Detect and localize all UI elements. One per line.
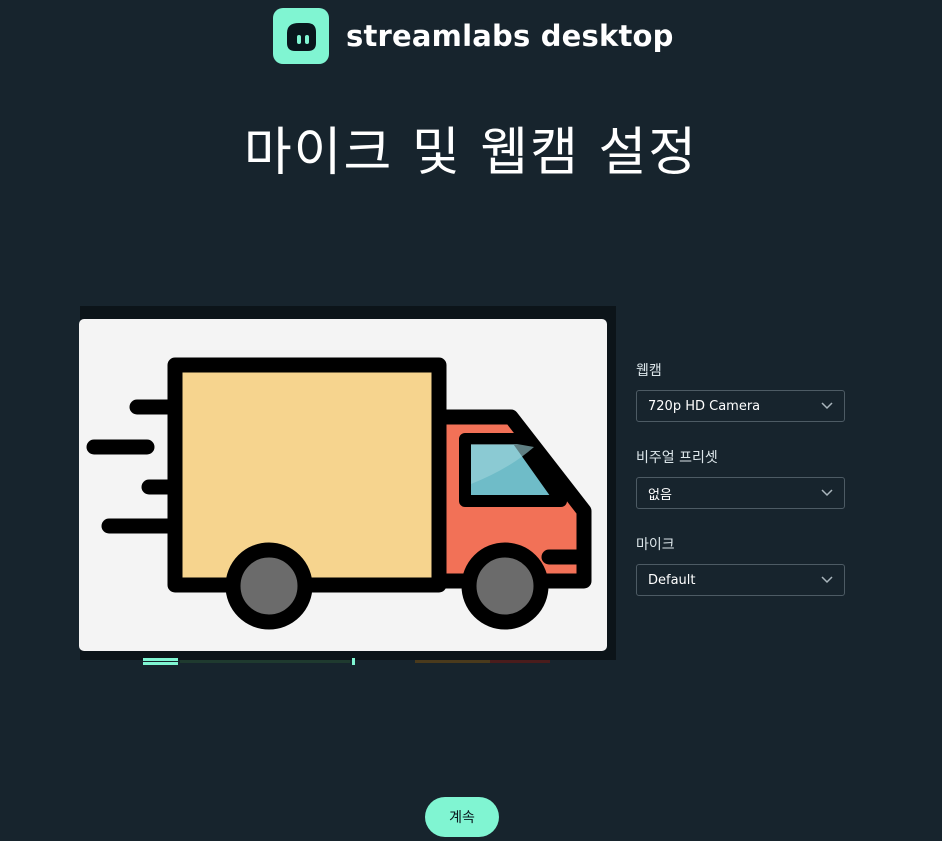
brand-name: streamlabs desktop (346, 19, 674, 53)
page-title: 마이크 및 웹캠 설정 (243, 123, 699, 183)
webcam-preview-image (79, 319, 607, 651)
chevron-down-icon (820, 486, 834, 500)
visual-preset-label: 비주얼 프리셋 (636, 450, 718, 466)
microphone-label: 마이크 (636, 537, 675, 553)
visual-preset-select-value: 없음 (648, 487, 672, 503)
delivery-truck-icon (86, 357, 592, 630)
webcam-select-value: 720p HD Camera (648, 398, 761, 414)
microphone-select-value: Default (648, 572, 696, 588)
visual-preset-select[interactable]: 없음 (636, 477, 845, 509)
continue-button[interactable]: 계속 (425, 797, 499, 837)
webcam-label: 웹캠 (636, 363, 662, 379)
device-settings-panel: 웹캠 720p HD Camera 비주얼 프리셋 없음 마이크 Default (636, 360, 845, 621)
brand-header: streamlabs desktop (273, 8, 674, 64)
audio-level-meter (140, 651, 560, 665)
chevron-down-icon (820, 399, 834, 413)
streamlabs-logo-icon (273, 8, 329, 64)
webcam-select[interactable]: 720p HD Camera (636, 390, 845, 422)
chevron-down-icon (820, 573, 834, 587)
microphone-select[interactable]: Default (636, 564, 845, 596)
